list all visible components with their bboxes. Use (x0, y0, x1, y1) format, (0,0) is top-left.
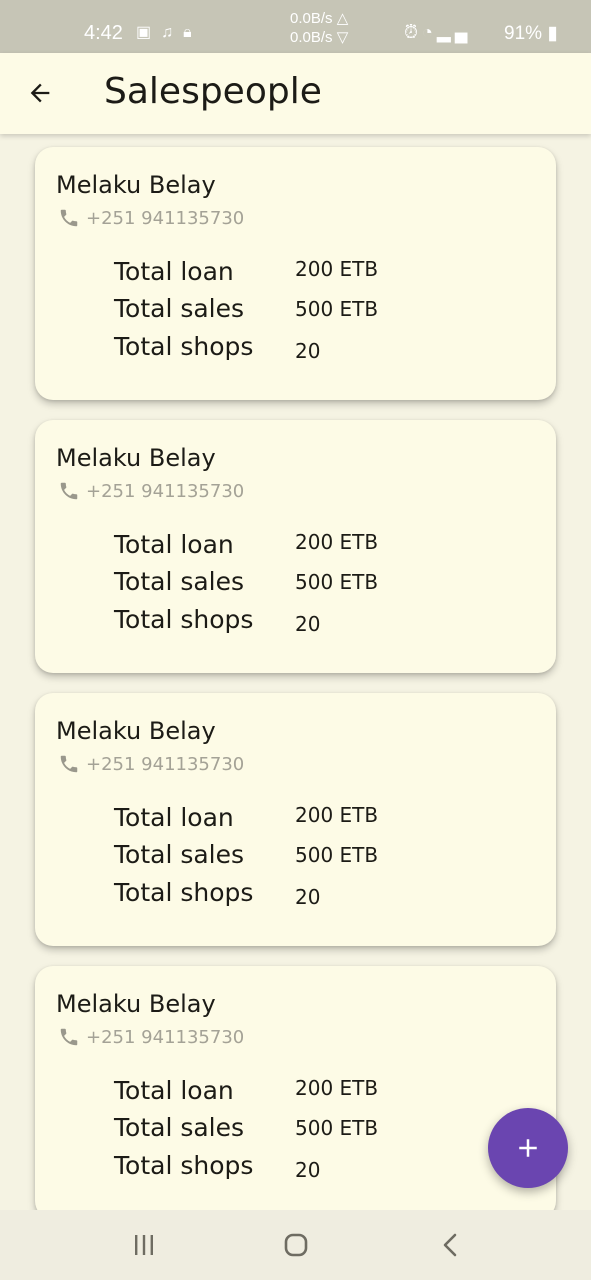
arrow-left-icon (30, 83, 50, 103)
salesperson-name: Melaku Belay (56, 990, 216, 1018)
salesperson-phone: +251 941135730 (58, 207, 244, 229)
music-note-icon: ♫ (161, 24, 184, 41)
total-loan-label: Total loan (114, 803, 234, 832)
total-sales-label: Total sales (114, 294, 245, 323)
net-down: 0.0B/s ▽ (290, 29, 349, 46)
total-shops-value: 20 (295, 612, 321, 636)
home-icon (284, 1233, 308, 1257)
wifi-icon: ◔ (422, 22, 437, 42)
salesperson-phone: +251 941135730 (58, 1026, 244, 1048)
total-sales-value: 500 ETB (295, 570, 379, 594)
salesperson-card[interactable]: Melaku Belay +251 941135730 Total loan 2… (35, 147, 556, 400)
recent-apps-icon (135, 1235, 153, 1255)
notification-icons: ▣♫🔒︎ (136, 22, 202, 42)
total-sales-value: 500 ETB (295, 843, 379, 867)
phone-icon (60, 209, 78, 227)
total-shops-value: 20 (295, 885, 321, 909)
app-bar: Salespeople (0, 53, 591, 134)
add-salesperson-button[interactable] (488, 1108, 568, 1188)
status-right-icons: ⏰︎◔▂▄ (404, 22, 472, 43)
total-shops-value: 20 (295, 339, 321, 363)
salesperson-card[interactable]: Melaku Belay +251 941135730 Total loan 2… (35, 966, 556, 1210)
total-loan-label: Total loan (114, 530, 234, 559)
plus-icon (519, 1139, 537, 1157)
total-shops-label: Total shops (114, 605, 254, 634)
total-loan-value: 200 ETB (295, 803, 379, 827)
total-sales-value: 500 ETB (295, 1116, 379, 1140)
total-loan-label: Total loan (114, 257, 234, 286)
recent-apps-button[interactable] (129, 1230, 159, 1260)
page-title: Salespeople (104, 71, 322, 112)
salesperson-card[interactable]: Melaku Belay +251 941135730 Total loan 2… (35, 420, 556, 673)
chevron-left-icon (443, 1233, 457, 1257)
total-sales-label: Total sales (114, 567, 245, 596)
lock-icon: 🔒︎ (183, 24, 202, 41)
net-up: 0.0B/s △ (290, 10, 349, 27)
total-sales-label: Total sales (114, 1113, 245, 1142)
alarm-icon: ⏰︎ (404, 22, 423, 42)
battery-charging-icon: ▮ (547, 23, 558, 44)
back-button[interactable] (22, 75, 58, 111)
phone-icon (60, 755, 78, 773)
total-shops-label: Total shops (114, 878, 254, 907)
status-time: 4:42 (84, 22, 123, 44)
salesperson-name: Melaku Belay (56, 444, 216, 472)
phone-icon (60, 1028, 78, 1046)
total-loan-label: Total loan (114, 1076, 234, 1105)
signal-icon: ▂▄ (436, 22, 472, 42)
salespeople-list[interactable]: Melaku Belay +251 941135730 Total loan 2… (0, 134, 591, 1210)
total-shops-label: Total shops (114, 332, 254, 361)
total-sales-label: Total sales (114, 840, 245, 869)
total-shops-value: 20 (295, 1158, 321, 1182)
total-loan-value: 200 ETB (295, 257, 379, 281)
salesperson-phone: +251 941135730 (58, 753, 244, 775)
salesperson-name: Melaku Belay (56, 171, 216, 199)
image-icon: ▣ (136, 24, 162, 41)
status-bar: 4:42 ▣♫🔒︎ 0.0B/s △ 0.0B/s ▽ ⏰︎◔▂▄ 91% ▮ (0, 0, 591, 53)
total-loan-value: 200 ETB (295, 530, 379, 554)
salesperson-card[interactable]: Melaku Belay +251 941135730 Total loan 2… (35, 693, 556, 946)
home-button[interactable] (281, 1230, 311, 1260)
phone-icon (60, 482, 78, 500)
network-speed: 0.0B/s △ 0.0B/s ▽ (290, 9, 348, 47)
system-nav-bar (0, 1210, 591, 1280)
total-sales-value: 500 ETB (295, 297, 379, 321)
total-loan-value: 200 ETB (295, 1076, 379, 1100)
salesperson-name: Melaku Belay (56, 717, 216, 745)
salesperson-phone: +251 941135730 (58, 480, 244, 502)
total-shops-label: Total shops (114, 1151, 254, 1180)
battery-level: 91% ▮ (504, 23, 558, 44)
back-nav-button[interactable] (436, 1230, 466, 1260)
